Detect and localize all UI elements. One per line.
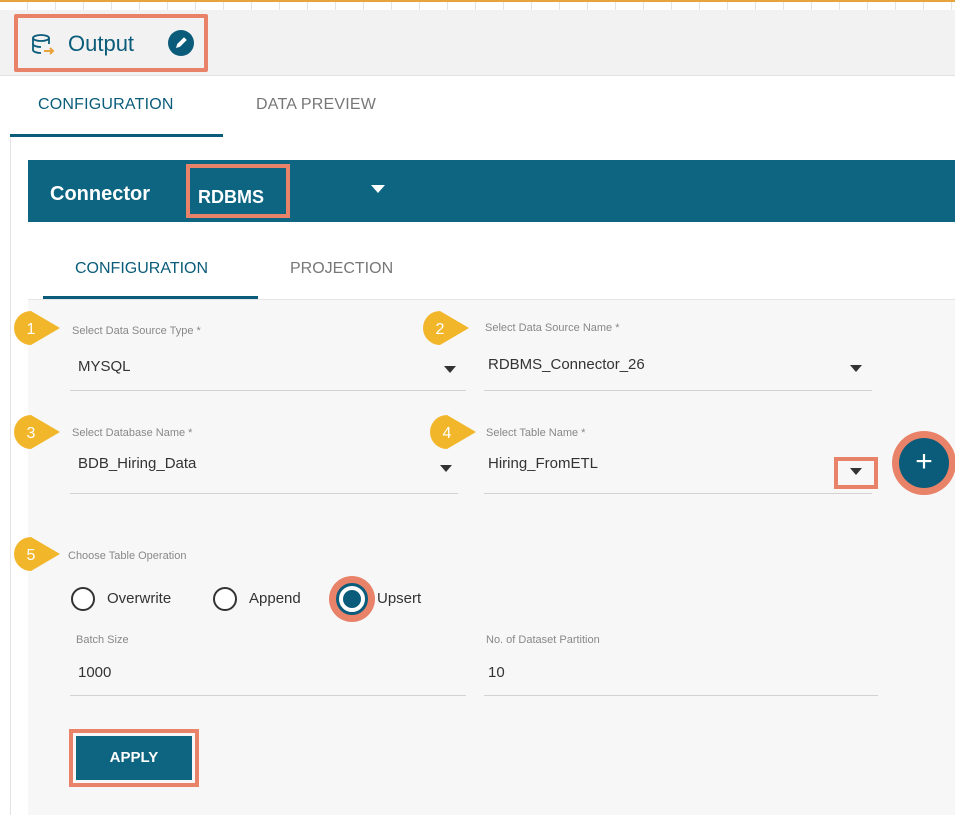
batch-size-label: Batch Size	[76, 634, 129, 646]
add-table-button[interactable]: +	[899, 438, 949, 488]
active-subtab-indicator	[43, 296, 258, 299]
radio-selected-dot	[343, 590, 361, 608]
partition-label: No. of Dataset Partition	[486, 634, 600, 646]
data-source-name-select[interactable]: RDBMS_Connector_26	[488, 356, 645, 373]
data-source-name-label: Select Data Source Name *	[485, 322, 620, 334]
field-underline	[70, 493, 458, 494]
data-source-type-label: Select Data Source Type *	[72, 325, 201, 337]
edit-pencil-icon[interactable]	[167, 29, 195, 57]
connector-bar	[28, 160, 955, 222]
table-operation-label: Choose Table Operation	[68, 550, 187, 562]
radio-upsert-label: Upsert	[377, 590, 422, 607]
main-tab-bar: CONFIGURATION DATA PREVIEW	[10, 78, 955, 138]
svg-text:5: 5	[27, 547, 36, 564]
chevron-down-icon[interactable]	[850, 365, 862, 372]
tab-configuration[interactable]: CONFIGURATION	[38, 96, 174, 114]
field-underline	[484, 390, 872, 391]
svg-text:2: 2	[436, 321, 445, 338]
data-source-type-select[interactable]: MYSQL	[78, 358, 131, 375]
database-name-select[interactable]: BDB_Hiring_Data	[78, 455, 196, 472]
table-name-label: Select Table Name *	[486, 427, 586, 439]
connector-select[interactable]: RDBMS	[198, 187, 264, 208]
active-tab-indicator	[10, 134, 223, 137]
field-underline	[70, 695, 466, 696]
step-badge: 1	[14, 311, 60, 345]
ruler-strip	[0, 2, 955, 10]
radio-append-label: Append	[249, 590, 301, 607]
connector-dropdown-caret-icon[interactable]	[371, 185, 385, 193]
subtab-projection[interactable]: PROJECTION	[290, 260, 393, 278]
table-name-select[interactable]: Hiring_FromETL	[488, 455, 598, 472]
svg-text:3: 3	[27, 425, 36, 442]
svg-text:1: 1	[27, 321, 36, 338]
chevron-down-icon[interactable]	[850, 468, 862, 475]
left-divider	[10, 138, 11, 815]
radio-overwrite-label: Overwrite	[107, 590, 172, 607]
field-underline	[484, 695, 878, 696]
radio-append[interactable]	[213, 587, 237, 611]
step-badge: 2	[423, 311, 469, 345]
chevron-down-icon[interactable]	[440, 465, 452, 472]
chevron-down-icon[interactable]	[444, 366, 456, 373]
page-title: Output	[68, 31, 135, 56]
field-underline	[484, 493, 872, 494]
field-underline	[70, 390, 466, 391]
batch-size-input[interactable]: 1000	[78, 664, 111, 681]
subtab-configuration[interactable]: CONFIGURATION	[75, 260, 208, 278]
step-badge: 4	[430, 415, 476, 449]
database-name-label: Select Database Name *	[72, 427, 193, 439]
database-output-icon	[32, 34, 55, 55]
step-badge: 3	[14, 415, 60, 449]
radio-overwrite[interactable]	[71, 587, 95, 611]
svg-text:4: 4	[443, 425, 452, 442]
tab-data-preview[interactable]: DATA PREVIEW	[256, 96, 376, 114]
step-badge: 5	[14, 537, 60, 571]
apply-button[interactable]: APPLY	[76, 736, 192, 780]
connector-label: Connector	[50, 183, 150, 205]
partition-input[interactable]: 10	[488, 664, 505, 681]
configuration-panel	[28, 222, 955, 815]
